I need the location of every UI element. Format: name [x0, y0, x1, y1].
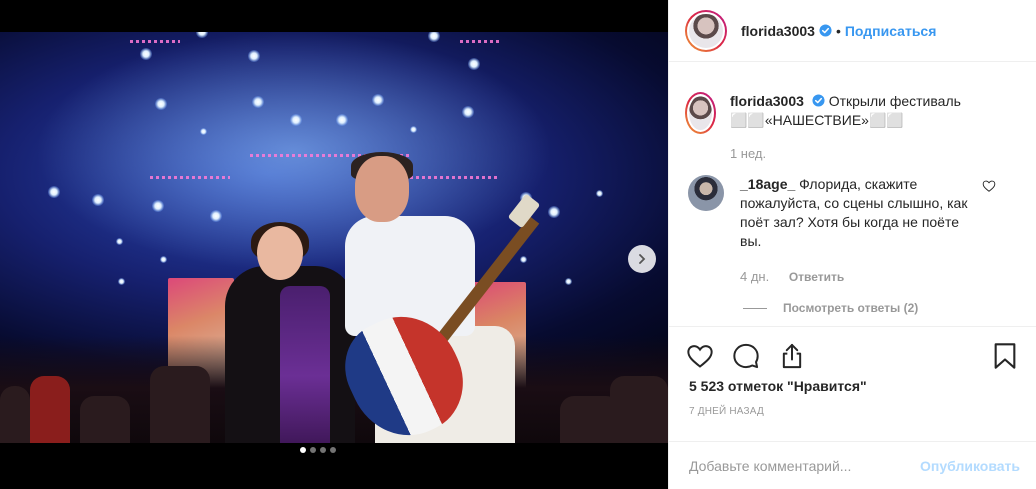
bookmark-icon	[994, 343, 1016, 369]
comment-item: _18age_ Флорида, скажите пожалуйста, со …	[685, 175, 1020, 287]
view-replies-label: Посмотреть ответы (2)	[783, 301, 919, 315]
chevron-right-icon	[639, 254, 646, 264]
comment-button[interactable]	[731, 341, 761, 371]
stage-light	[210, 210, 222, 222]
share-icon	[782, 343, 802, 369]
led-strip	[460, 40, 500, 43]
caption: florida3003 Открыли фестиваль ⬜⬜«НАШЕСТВ…	[685, 92, 1020, 163]
header-separator: •	[835, 22, 841, 39]
reply-button[interactable]: Ответить	[789, 270, 844, 284]
stage-light	[462, 106, 474, 118]
carousel-dot[interactable]	[310, 447, 316, 453]
carousel-dots	[300, 447, 336, 453]
stage-light	[372, 94, 384, 106]
stage-light	[118, 278, 125, 285]
post-header: florida3003 • Подписаться	[669, 0, 1036, 62]
stage-light	[468, 58, 480, 70]
stage-light	[410, 126, 417, 133]
avatar[interactable]	[685, 92, 716, 134]
stage-light	[160, 256, 167, 263]
heart-small-icon[interactable]	[982, 179, 996, 193]
caption-time[interactable]: 1 нед.	[730, 146, 766, 161]
stage-light	[548, 206, 560, 218]
letterbox-top	[0, 16, 668, 32]
stage-light	[290, 114, 302, 126]
led-strip	[130, 40, 180, 43]
avatar[interactable]	[685, 9, 727, 52]
view-replies-button[interactable]: Посмотреть ответы (2)	[743, 301, 1020, 315]
add-comment-section: Опубликовать	[669, 441, 1036, 489]
follow-button[interactable]: Подписаться	[845, 23, 937, 39]
stage-light	[152, 200, 164, 212]
stage-light	[155, 98, 167, 110]
verified-icon	[812, 94, 825, 107]
stage-light	[140, 48, 152, 60]
caption-username[interactable]: florida3003	[730, 93, 804, 109]
stage-light	[92, 194, 104, 206]
post-image	[0, 16, 668, 466]
post-panel: florida3003 • Подписаться florida3003 От…	[668, 0, 1036, 489]
next-slide-button[interactable]	[628, 245, 656, 273]
save-button[interactable]	[990, 341, 1020, 371]
action-bar	[685, 340, 1020, 372]
comment-username[interactable]: _18age_	[740, 176, 795, 192]
comment-time[interactable]: 4 дн.	[740, 269, 769, 284]
avatar[interactable]	[688, 175, 724, 211]
stage-light	[116, 238, 123, 245]
comment-input[interactable]	[689, 457, 921, 474]
share-button[interactable]	[777, 341, 807, 371]
verified-icon	[819, 24, 832, 37]
stage-light	[596, 190, 603, 197]
stage-light	[48, 186, 60, 198]
stage-light	[248, 50, 260, 62]
guitar	[329, 193, 541, 454]
post-date[interactable]: 7 ДНЕЙ НАЗАД	[689, 406, 764, 417]
likes-count[interactable]: 5 523 отметок "Нравится"	[689, 378, 867, 394]
carousel-dot[interactable]	[300, 447, 306, 453]
heart-icon	[687, 345, 713, 368]
led-strip	[150, 176, 230, 179]
stage-light	[565, 278, 572, 285]
carousel-dot[interactable]	[330, 447, 336, 453]
stage-light	[252, 96, 264, 108]
stage-light	[200, 128, 207, 135]
carousel-dot[interactable]	[320, 447, 326, 453]
comments-list: florida3003 Открыли фестиваль ⬜⬜«НАШЕСТВ…	[669, 62, 1036, 327]
comment-icon	[733, 343, 759, 369]
like-button[interactable]	[685, 341, 715, 371]
stage-light	[336, 114, 348, 126]
publish-button[interactable]: Опубликовать	[920, 458, 1020, 474]
divider-line	[743, 307, 767, 309]
header-username[interactable]: florida3003	[741, 23, 815, 39]
